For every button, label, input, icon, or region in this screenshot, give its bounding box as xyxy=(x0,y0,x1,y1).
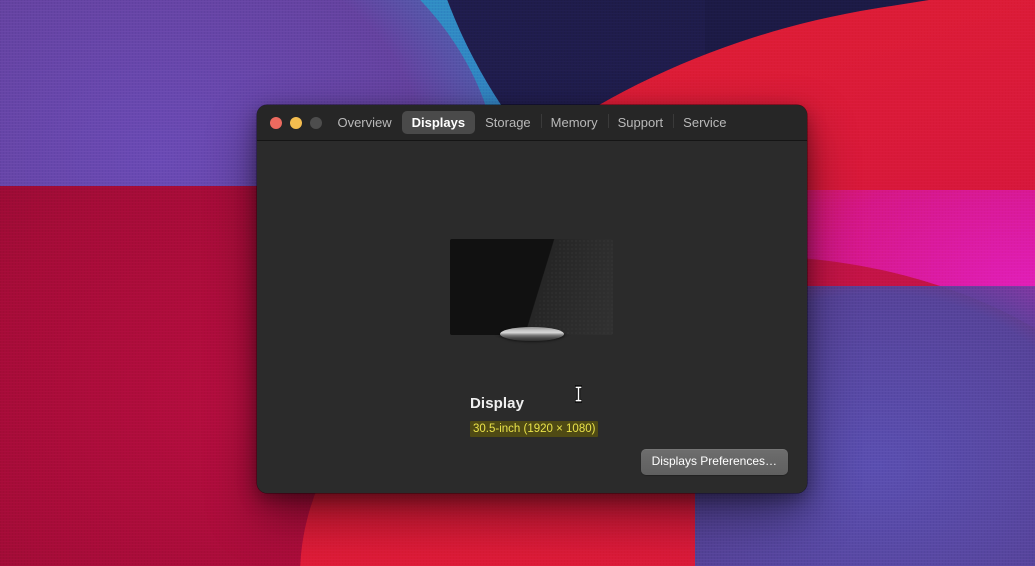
tab-support[interactable]: Support xyxy=(607,111,674,134)
display-subtitle[interactable]: 30.5-inch (1920 × 1080) xyxy=(470,421,599,437)
display-screen-panel xyxy=(450,239,613,335)
displays-preferences-button[interactable]: Displays Preferences… xyxy=(640,449,788,475)
tab-memory[interactable]: Memory xyxy=(540,111,608,134)
close-button-icon[interactable] xyxy=(270,116,282,129)
tab-service[interactable]: Service xyxy=(673,111,736,134)
zoom-button-icon[interactable] xyxy=(310,116,322,129)
display-stand-base xyxy=(499,327,564,341)
display-screen-texture xyxy=(450,239,613,335)
minimize-button-icon[interactable] xyxy=(290,116,302,129)
tab-storage[interactable]: Storage xyxy=(475,111,541,134)
about-this-mac-window: Overview Displays Storage Memory Support… xyxy=(257,105,807,493)
desktop-wallpaper: Overview Displays Storage Memory Support… xyxy=(0,0,1035,566)
window-toolbar: Overview Displays Storage Memory Support… xyxy=(257,105,807,141)
display-subtitle-row: 30.5-inch (1920 × 1080) xyxy=(470,419,599,437)
traffic-light-controls xyxy=(257,116,322,129)
external-display-icon xyxy=(450,239,613,341)
display-title: Display xyxy=(470,395,525,412)
display-info-block: Display 30.5-inch (1920 × 1080) xyxy=(470,394,599,437)
tab-overview[interactable]: Overview xyxy=(327,111,401,134)
toolbar-tab-bar: Overview Displays Storage Memory Support… xyxy=(257,111,807,134)
displays-panel: Display 30.5-inch (1920 × 1080) Displays… xyxy=(257,141,807,493)
tab-displays[interactable]: Displays xyxy=(401,111,476,134)
